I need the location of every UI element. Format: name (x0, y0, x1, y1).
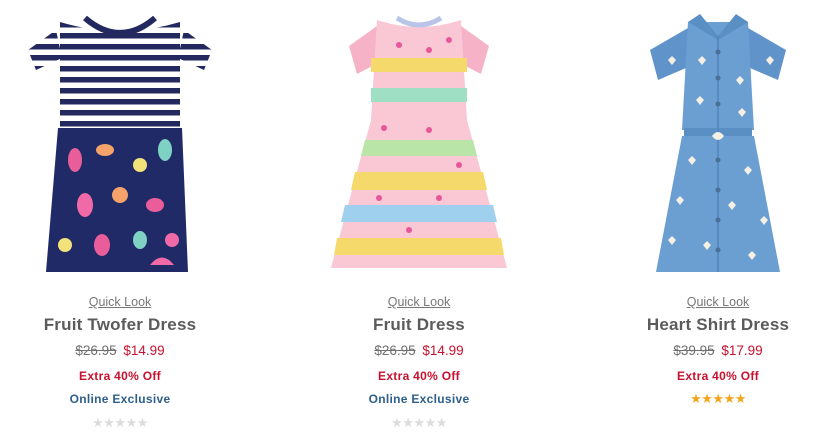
product-card: Quick Look Heart Shirt Dress $39.95 $17.… (588, 0, 829, 439)
quick-look-link[interactable]: Quick Look (588, 295, 829, 309)
original-price: $39.95 (673, 343, 715, 358)
star-rating: ★★★★★ (391, 415, 447, 430)
original-price: $26.95 (75, 343, 117, 358)
product-image[interactable] (289, 0, 549, 285)
online-exclusive-label: Online Exclusive (69, 392, 171, 406)
quick-look-link[interactable]: Quick Look (289, 295, 549, 309)
product-card: Quick Look Fruit Twofer Dress $26.95 $14… (0, 0, 250, 439)
promo-label: Extra 40% Off (79, 369, 161, 383)
product-image[interactable] (588, 0, 829, 285)
sale-price: $14.99 (123, 343, 165, 358)
product-name[interactable]: Fruit Twofer Dress (0, 315, 250, 335)
product-name[interactable]: Heart Shirt Dress (588, 315, 829, 335)
heart-shirt-dress-image (650, 14, 786, 272)
fruit-twofer-dress-image (28, 15, 212, 272)
sale-price: $14.99 (422, 343, 464, 358)
product-card: Quick Look Fruit Dress $26.95 $14.99 Ext… (289, 0, 549, 439)
promo-label: Extra 40% Off (677, 369, 759, 383)
fruit-dress-image (331, 15, 507, 268)
product-name[interactable]: Fruit Dress (289, 315, 549, 335)
original-price: $26.95 (374, 343, 416, 358)
product-image[interactable] (0, 0, 250, 285)
price: $39.95 $17.99 (588, 343, 829, 358)
quick-look-link[interactable]: Quick Look (0, 295, 250, 309)
star-rating: ★★★★★ (690, 391, 746, 406)
product-grid: Quick Look Fruit Twofer Dress $26.95 $14… (0, 0, 829, 439)
sale-price: $17.99 (721, 343, 763, 358)
price: $26.95 $14.99 (289, 343, 549, 358)
online-exclusive-label: Online Exclusive (368, 392, 470, 406)
price: $26.95 $14.99 (0, 343, 250, 358)
promo-label: Extra 40% Off (378, 369, 460, 383)
star-rating: ★★★★★ (92, 415, 148, 430)
